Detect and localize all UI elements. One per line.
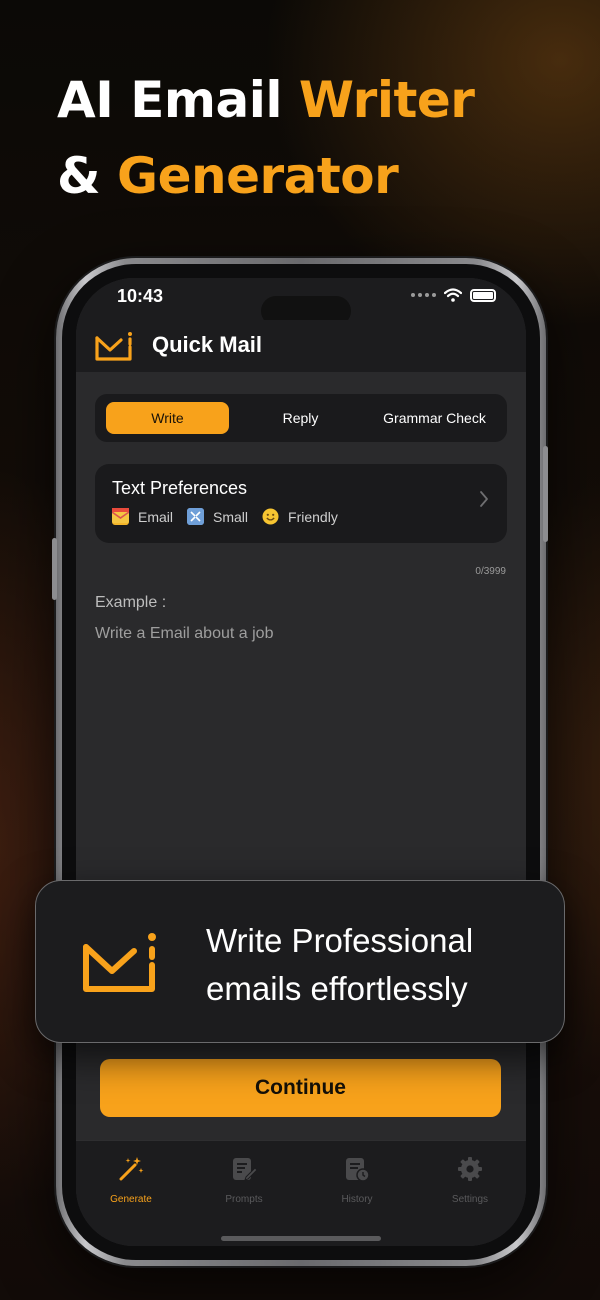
nav-history-label: History bbox=[341, 1194, 373, 1205]
smiley-emoji-icon bbox=[262, 508, 279, 525]
text-preferences-title: Text Preferences bbox=[112, 478, 248, 498]
headline: AI Email Writer & Generator bbox=[57, 62, 475, 214]
mode-tabs: Write Reply Grammar Check bbox=[95, 394, 507, 442]
bottom-nav: Generate Prompts History Settings bbox=[76, 1140, 526, 1246]
promo-line-1: Write Professional bbox=[206, 922, 474, 959]
promo-line-2: emails effortlessly bbox=[206, 970, 468, 1007]
status-icons bbox=[411, 288, 496, 302]
arrows-emoji-icon bbox=[187, 508, 205, 525]
phone-side-button-left bbox=[52, 538, 57, 600]
nav-generate-label: Generate bbox=[110, 1194, 152, 1205]
phone-side-button-right bbox=[543, 446, 548, 542]
headline-generator: Generator bbox=[117, 147, 399, 205]
mail-logo-icon bbox=[95, 332, 132, 361]
home-indicator bbox=[221, 1236, 381, 1241]
nav-settings[interactable]: Settings bbox=[430, 1155, 510, 1205]
envelope-emoji-icon bbox=[112, 508, 129, 525]
tab-write[interactable]: Write bbox=[106, 402, 229, 434]
nav-prompts-label: Prompts bbox=[225, 1194, 263, 1205]
battery-icon bbox=[470, 288, 496, 302]
prompts-icon bbox=[233, 1158, 258, 1181]
headline-ai-email: AI Email bbox=[57, 71, 282, 129]
mail-logo-icon bbox=[83, 933, 156, 992]
history-icon bbox=[346, 1158, 370, 1182]
text-preferences-card[interactable]: Text Preferences Email Small Friendly bbox=[95, 464, 507, 543]
promo-text: Write Professional emails effortlessly bbox=[206, 917, 473, 1013]
wifi-icon bbox=[444, 288, 462, 302]
headline-ampersand: & bbox=[57, 147, 101, 205]
nav-prompts[interactable]: Prompts bbox=[204, 1155, 284, 1205]
tab-reply[interactable]: Reply bbox=[239, 402, 362, 434]
nav-generate[interactable]: Generate bbox=[91, 1155, 171, 1205]
headline-writer: Writer bbox=[298, 71, 475, 129]
character-counter: 0/3999 bbox=[475, 566, 506, 577]
app-title: Quick Mail bbox=[152, 332, 263, 357]
text-preferences-summary: Email Small Friendly bbox=[112, 508, 352, 525]
preference-tone: Friendly bbox=[288, 508, 338, 525]
status-bar: 10:43 bbox=[76, 278, 526, 326]
email-prompt-input[interactable]: Write a Email about a job bbox=[95, 625, 273, 643]
magic-wand-icon bbox=[119, 1157, 144, 1181]
chevron-right-icon bbox=[480, 491, 488, 507]
app-header: Quick Mail bbox=[76, 320, 526, 372]
tab-grammar-check[interactable]: Grammar Check bbox=[372, 402, 497, 434]
preference-format: Email bbox=[138, 508, 174, 525]
preference-length: Small bbox=[213, 508, 249, 525]
nav-history[interactable]: History bbox=[317, 1155, 397, 1205]
phone-screen: 10:43 Quick Mail Write Reply Grammar Che… bbox=[76, 278, 526, 1246]
nav-settings-label: Settings bbox=[451, 1194, 489, 1205]
promo-card: Write Professional emails effortlessly bbox=[35, 880, 565, 1043]
status-time: 10:43 bbox=[117, 286, 164, 306]
cellular-signal-icon bbox=[411, 293, 436, 297]
continue-button[interactable]: Continue bbox=[100, 1059, 501, 1117]
example-label: Example : bbox=[95, 594, 167, 611]
gear-icon bbox=[458, 1157, 482, 1181]
